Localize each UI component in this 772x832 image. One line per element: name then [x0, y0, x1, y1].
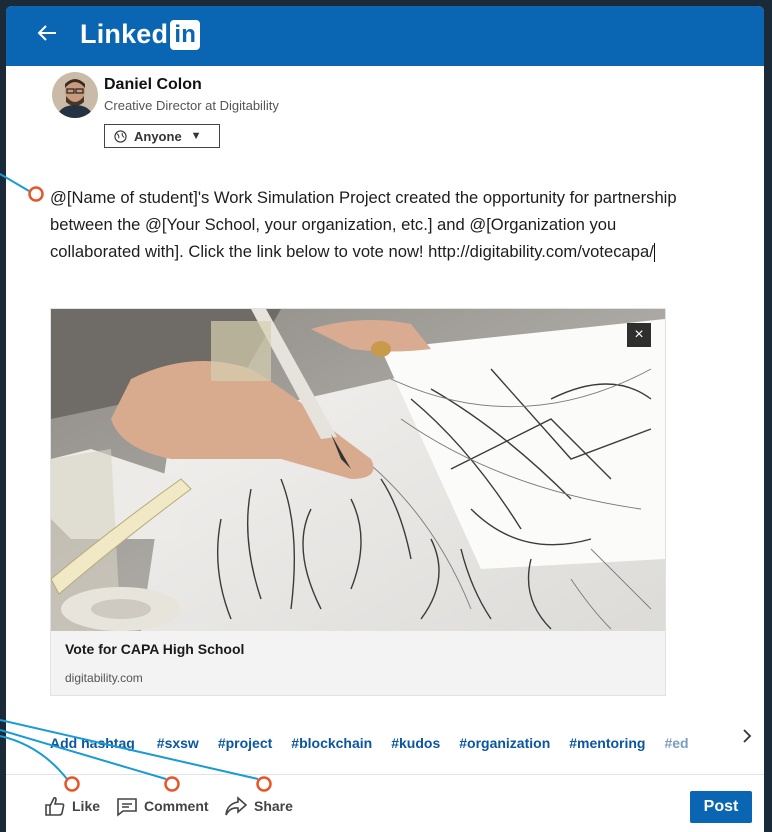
- share-button[interactable]: Share: [224, 794, 293, 818]
- post-composer-window: Linked in Daniel Colon Creative Director …: [6, 6, 764, 832]
- visibility-label: Anyone: [134, 128, 182, 144]
- avatar: [52, 72, 98, 118]
- share-label: Share: [254, 798, 293, 814]
- hashtag-organization[interactable]: #organization: [459, 735, 550, 751]
- post-button[interactable]: Post: [690, 791, 752, 823]
- add-hashtag-button[interactable]: Add hashtag: [50, 735, 135, 751]
- close-preview-button[interactable]: ×: [627, 323, 651, 347]
- author-name[interactable]: Daniel Colon: [104, 76, 202, 94]
- preview-image: [51, 309, 665, 631]
- text-cursor: [653, 243, 655, 263]
- hashtag-blockchain[interactable]: #blockchain: [291, 735, 372, 751]
- chevron-right-icon[interactable]: [742, 728, 752, 749]
- thumbs-up-icon: [45, 796, 65, 816]
- comment-label: Comment: [144, 798, 209, 814]
- divider: [6, 774, 764, 775]
- link-preview-card[interactable]: × Vote for CAPA High School digitability…: [50, 308, 666, 696]
- caret-down-icon: ▼: [190, 130, 202, 142]
- comment-icon: [117, 798, 137, 817]
- link-card-domain: digitability.com: [65, 671, 143, 685]
- like-label: Like: [72, 798, 101, 814]
- comment-button[interactable]: Comment: [116, 794, 209, 818]
- hashtag-mentoring[interactable]: #mentoring: [569, 735, 645, 751]
- link-card-title[interactable]: Vote for CAPA High School: [65, 641, 244, 657]
- back-arrow-icon[interactable]: [36, 22, 62, 48]
- linkedin-logo: Linked in: [80, 19, 201, 53]
- visibility-dropdown[interactable]: Anyone ▼: [104, 124, 220, 148]
- hashtag-project[interactable]: #project: [218, 735, 272, 751]
- top-bar: Linked in: [6, 6, 764, 66]
- post-text: @[Name of student]'s Work Simulation Pro…: [50, 188, 677, 261]
- logo-text: Linked: [80, 19, 169, 49]
- hashtag-kudos[interactable]: #kudos: [391, 735, 440, 751]
- share-icon: [225, 796, 248, 816]
- hashtag-ed[interactable]: #ed: [664, 735, 692, 751]
- globe-icon: [114, 129, 127, 143]
- post-text-editor[interactable]: @[Name of student]'s Work Simulation Pro…: [50, 184, 710, 265]
- hashtag-bar: Add hashtag #sxsw #project #blockchain #…: [6, 728, 764, 758]
- hashtag-sxsw[interactable]: #sxsw: [157, 735, 199, 751]
- author-title: Creative Director at Digitability: [104, 98, 279, 113]
- like-button[interactable]: Like: [44, 794, 100, 818]
- logo-in-box: in: [170, 20, 201, 50]
